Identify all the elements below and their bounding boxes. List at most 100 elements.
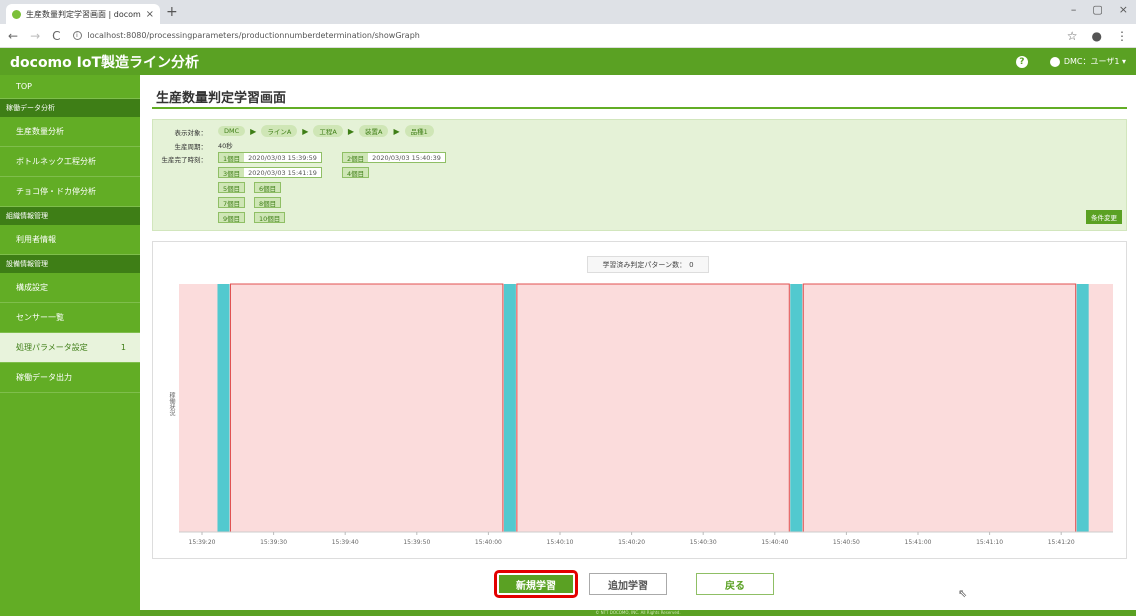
sidebar-item-parameters[interactable]: 処理パラメータ設定 1 bbox=[0, 333, 140, 363]
change-condition-button[interactable]: 条件変更 bbox=[1086, 210, 1122, 224]
x-tick-label: 15:41:20 bbox=[1048, 539, 1075, 546]
x-tick-label: 15:39:50 bbox=[403, 539, 430, 546]
entry-button[interactable]: 3個目 2020/03/03 15:41:19 bbox=[218, 167, 322, 178]
title-divider bbox=[152, 107, 1127, 109]
minimize-button[interactable]: – bbox=[1071, 3, 1077, 16]
sidebar-item-config[interactable]: 構成設定 bbox=[0, 273, 140, 303]
x-tick-label: 15:39:40 bbox=[332, 539, 359, 546]
entry-number: 3個目 bbox=[219, 168, 245, 178]
close-icon[interactable]: × bbox=[146, 9, 154, 20]
sidebar-group-operation: 稼働データ分析 bbox=[0, 99, 140, 117]
x-tick-label: 15:40:00 bbox=[475, 539, 502, 546]
chart-panel: 学習済み判定パターン数： 0 稼働状況 15:39:20 15:39:30 15:3… bbox=[152, 241, 1127, 559]
info-icon[interactable]: i bbox=[72, 31, 82, 40]
entry-number: 1個目 bbox=[219, 153, 245, 163]
account-icon[interactable]: ● bbox=[1092, 29, 1102, 43]
sidebar-item-bottleneck[interactable]: ボトルネック工程分析 bbox=[0, 147, 140, 177]
entry-button[interactable]: 9個目 bbox=[218, 212, 246, 223]
entry-button[interactable]: 10個目 bbox=[254, 212, 286, 223]
entry-number: 6個目 bbox=[255, 183, 281, 193]
completion-band bbox=[217, 284, 230, 532]
entry-timestamp: 2020/03/03 15:41:19 bbox=[248, 168, 317, 177]
target-breadcrumb: DMC ▶ ラインA ▶ 工程A ▶ 装置A ▶ 品種1 bbox=[218, 125, 434, 137]
entry-button[interactable]: 8個目 bbox=[254, 197, 282, 208]
window-controls: – ▢ × bbox=[1071, 3, 1128, 16]
entry-timestamp: 2020/03/03 15:39:59 bbox=[248, 153, 317, 162]
x-tick-label: 15:40:30 bbox=[690, 539, 717, 546]
window-close-button[interactable]: × bbox=[1119, 3, 1128, 16]
sidebar-item-production-analysis[interactable]: 生産数量分析 bbox=[0, 117, 140, 147]
arrow-right-icon: ▶ bbox=[302, 126, 309, 136]
sidebar-item-export[interactable]: 稼働データ出力 bbox=[0, 363, 140, 393]
back-button[interactable]: 戻る bbox=[696, 573, 774, 595]
cycle-segment bbox=[802, 283, 1077, 533]
add-learning-button[interactable]: 追加学習 bbox=[589, 573, 667, 595]
timeline-chart: 15:39:20 15:39:30 15:39:40 15:39:50 15:40:00… bbox=[179, 283, 1113, 546]
maximize-button[interactable]: ▢ bbox=[1092, 3, 1102, 16]
reload-icon[interactable]: C bbox=[52, 29, 60, 43]
app-header: docomo IoT製造ライン分析 ? DMC：ユーザ1 ▾ bbox=[0, 48, 1136, 75]
x-tick-label: 15:40:10 bbox=[547, 539, 574, 546]
user-menu[interactable]: DMC：ユーザ1 ▾ bbox=[1049, 56, 1126, 67]
entry-button[interactable]: 6個目 bbox=[254, 182, 282, 193]
entry-number: 7個目 bbox=[219, 198, 245, 208]
page-title: 生産数量判定学習画面 bbox=[156, 91, 287, 106]
url-field[interactable]: i localhost:8080/processingparameters/pr… bbox=[72, 31, 1067, 40]
completion-band bbox=[503, 284, 516, 532]
forward-arrow-icon[interactable]: → bbox=[30, 29, 40, 43]
browser-tab-bar: 生産数量判定学習画面 | docom × + – ▢ × bbox=[0, 0, 1136, 24]
entry-button[interactable]: 2個目 2020/03/03 15:40:39 bbox=[342, 152, 446, 163]
app-title: docomo IoT製造ライン分析 bbox=[10, 54, 200, 71]
entry-button[interactable]: 7個目 bbox=[218, 197, 246, 208]
crumb-process: 工程A bbox=[313, 125, 343, 137]
back-arrow-icon[interactable]: ← bbox=[8, 29, 18, 43]
condition-panel: 表示対象： DMC ▶ ラインA ▶ 工程A ▶ 装置A ▶ 品種1 生産周期：… bbox=[152, 119, 1127, 231]
sidebar-badge: 1 bbox=[120, 343, 126, 352]
sidebar-item-label: 処理パラメータ設定 bbox=[16, 343, 88, 352]
new-learning-button[interactable]: 新規学習 bbox=[494, 570, 578, 598]
sidebar-item-stoppage[interactable]: チョコ停・ドカ停分析 bbox=[0, 177, 140, 207]
crumb-line: ラインA bbox=[261, 125, 298, 137]
entry-button[interactable]: 4個目 bbox=[342, 167, 370, 178]
sidebar-item-top[interactable]: TOP bbox=[0, 75, 140, 99]
crumb-product: 品種1 bbox=[404, 125, 434, 137]
menu-icon[interactable]: ⋮ bbox=[1116, 29, 1128, 43]
main-content: 生産数量判定学習画面 表示対象： DMC ▶ ラインA ▶ 工程A ▶ 装置A … bbox=[140, 75, 1136, 616]
entry-number: 4個目 bbox=[343, 168, 369, 178]
completion-band bbox=[790, 284, 803, 532]
arrow-right-icon: ▶ bbox=[250, 126, 257, 136]
sidebar: TOP 稼働データ分析 生産数量分析 ボトルネック工程分析 チョコ停・ドカ停分析… bbox=[0, 75, 140, 616]
new-tab-button[interactable]: + bbox=[166, 4, 178, 20]
entry-number: 9個目 bbox=[219, 213, 245, 223]
entry-button[interactable]: 1個目 2020/03/03 15:39:59 bbox=[218, 152, 322, 163]
address-bar: ← → C i localhost:8080/processingparamet… bbox=[0, 24, 1136, 48]
tab-title: 生産数量判定学習画面 | docom bbox=[26, 9, 141, 19]
help-icon[interactable]: ? bbox=[1015, 55, 1028, 68]
done-time-label: 生産完了時刻： bbox=[161, 156, 208, 164]
entry-number: 2個目 bbox=[343, 153, 369, 163]
x-tick-label: 15:40:20 bbox=[618, 539, 645, 546]
sidebar-group-equipment: 設備情報管理 bbox=[0, 255, 140, 273]
user-name: DMC：ユーザ1 ▾ bbox=[1063, 57, 1126, 66]
entry-button[interactable]: 5個目 bbox=[218, 182, 246, 193]
arrow-right-icon: ▶ bbox=[393, 126, 400, 136]
url-text: localhost:8080/processingparameters/prod… bbox=[87, 31, 420, 40]
entry-number: 5個目 bbox=[219, 183, 245, 193]
x-tick-label: 15:39:20 bbox=[189, 539, 216, 546]
star-icon[interactable]: ☆ bbox=[1067, 29, 1078, 43]
entry-timestamp: 2020/03/03 15:40:39 bbox=[372, 153, 441, 162]
footer: © NTT DOCOMO, INC. All Rights Reserved. bbox=[140, 610, 1136, 616]
cycle-segment bbox=[229, 283, 504, 533]
sidebar-item-users[interactable]: 利用者情報 bbox=[0, 225, 140, 255]
mouse-cursor-icon: ⇖ bbox=[958, 587, 968, 600]
x-tick-label: 15:40:50 bbox=[833, 539, 860, 546]
arrow-right-icon: ▶ bbox=[347, 126, 355, 136]
x-tick-label: 15:40:40 bbox=[761, 539, 788, 546]
entry-number: 10個目 bbox=[255, 213, 285, 223]
browser-tab[interactable]: 生産数量判定学習画面 | docom × bbox=[6, 4, 160, 24]
cycle-segment bbox=[516, 283, 790, 533]
cycle-label: 生産周期： bbox=[174, 143, 208, 151]
sidebar-item-sensors[interactable]: センサー一覧 bbox=[0, 303, 140, 333]
x-tick-label: 15:39:30 bbox=[260, 539, 287, 546]
completion-band bbox=[1076, 284, 1089, 532]
